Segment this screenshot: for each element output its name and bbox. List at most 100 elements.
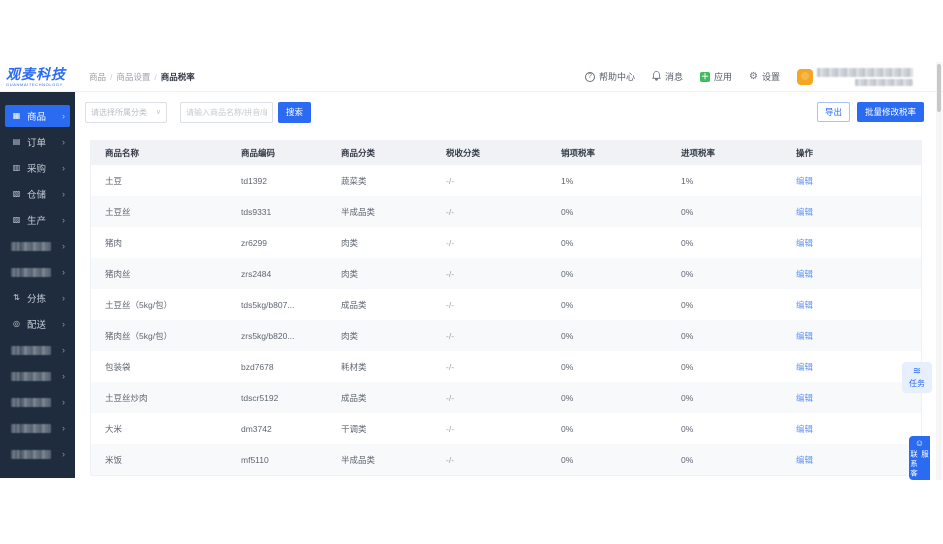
cell-action: 编辑 xyxy=(782,330,921,342)
sidebar-nav: ▦ 商品 › ▤ 订单 › ▥ 采购 › ▧ 仓储 › ▨ 生产 › › › ⇅ 分拣 › ◎ 配送 › › › › › › xyxy=(0,92,75,478)
column-header: 进项税率 xyxy=(681,147,716,158)
category-select[interactable]: 请选择所属分类 ∨ xyxy=(85,101,167,123)
redacted-label xyxy=(21,267,51,277)
breadcrumb-item[interactable]: 商品设置 xyxy=(116,71,150,83)
messages-label: 消息 xyxy=(664,72,683,82)
edit-link[interactable]: 编辑 xyxy=(796,331,813,341)
cell-tax_class: -/- xyxy=(446,330,455,341)
gear-icon: ⚙ xyxy=(749,70,758,82)
export-button[interactable]: 导出 xyxy=(816,102,850,122)
sidebar-item-redacted-5[interactable]: › xyxy=(5,391,70,413)
sidebar-item-orders[interactable]: ▤ 订单 › xyxy=(5,131,70,153)
cell-tax_class: -/- xyxy=(446,206,455,217)
sidebar-item-warehouse[interactable]: ▧ 仓储 › xyxy=(5,183,70,205)
cell-action: 编辑 xyxy=(782,361,921,373)
cell-category: 成品类 xyxy=(341,299,367,310)
edit-link[interactable]: 编辑 xyxy=(796,300,813,310)
contact-support-float-button[interactable]: ☺ 联系客服 xyxy=(909,436,930,480)
cell-category: 成品类 xyxy=(341,392,367,403)
cell-category: 肉类 xyxy=(341,237,359,248)
cell-tax_class: -/- xyxy=(446,454,455,465)
sidebar-item-redacted-2[interactable]: › xyxy=(5,261,70,283)
messages-button[interactable]: 消息 xyxy=(652,70,683,83)
sidebar-item-label: 配送 xyxy=(27,320,47,331)
chevron-right-icon: › xyxy=(62,267,65,277)
redacted-icon xyxy=(11,267,21,277)
chevron-right-icon: › xyxy=(62,345,65,355)
help-icon: ? xyxy=(584,71,595,82)
cell-action: 编辑 xyxy=(782,237,921,249)
sidebar-item-redacted-6[interactable]: › xyxy=(5,417,70,439)
vertical-scrollbar[interactable] xyxy=(936,62,942,480)
redacted-label xyxy=(21,241,51,251)
batch-edit-tax-button[interactable]: 批量修改税率 xyxy=(856,102,924,122)
sidebar-item-redacted-4[interactable]: › xyxy=(5,365,70,387)
product-tax-table: 商品名称 商品编码 商品分类 税收分类 销项税率 进项税率 操作 土豆 td1392 蔬菜类 -/… xyxy=(90,140,922,476)
search-input[interactable] xyxy=(180,101,273,123)
edit-link[interactable]: 编辑 xyxy=(796,424,813,434)
cell-action: 编辑 xyxy=(782,206,921,218)
search-button[interactable]: 搜索 xyxy=(278,101,312,123)
bell-icon xyxy=(652,70,661,83)
cell-input_rate: 0% xyxy=(681,268,694,279)
cell-input_rate: 0% xyxy=(681,361,694,372)
support-label: 联系客服 xyxy=(909,450,930,479)
edit-link[interactable]: 编辑 xyxy=(796,455,813,465)
table-row: 猪肉丝（5kg/包） zrs5kg/b820... 肉类 -/- 0% 0% 编辑 xyxy=(91,320,921,351)
apps-button[interactable]: ＋ 应用 xyxy=(700,70,732,83)
apps-label: 应用 xyxy=(714,72,733,82)
cell-code: tdscr5192 xyxy=(241,392,279,403)
redacted-icon xyxy=(11,241,21,251)
cell-code: zr6299 xyxy=(241,237,267,248)
tasks-float-button[interactable]: ≋ 任务 xyxy=(902,362,932,393)
layers-icon: ≋ xyxy=(912,365,922,377)
cell-input_rate: 0% xyxy=(681,454,694,465)
cell-output_rate: 0% xyxy=(561,361,574,372)
cell-output_rate: 0% xyxy=(561,454,574,465)
scrollbar-thumb[interactable] xyxy=(937,64,941,112)
edit-link[interactable]: 编辑 xyxy=(796,393,813,403)
sidebar-item-delivery[interactable]: ◎ 配送 › xyxy=(5,313,70,335)
edit-link[interactable]: 编辑 xyxy=(796,207,813,217)
redacted-label xyxy=(21,345,51,355)
help-center-button[interactable]: ? 帮助中心 xyxy=(584,70,635,83)
cell-name: 大米 xyxy=(105,423,123,434)
sidebar-item-redacted-7[interactable]: › xyxy=(5,443,70,465)
table-row: 米饭 mf5110 半成品类 -/- 0% 0% 编辑 xyxy=(91,444,921,475)
breadcrumb-item[interactable]: 商品 xyxy=(89,71,106,83)
sidebar-item-production[interactable]: ▨ 生产 › xyxy=(5,209,70,231)
cell-name: 土豆丝 xyxy=(105,206,131,217)
sidebar-item-redacted-1[interactable]: › xyxy=(5,235,70,257)
settings-button[interactable]: ⚙ 设置 xyxy=(749,70,780,83)
cell-name: 包装袋 xyxy=(105,361,131,372)
cell-category: 半成品类 xyxy=(341,454,376,465)
table-row: 大米 dm3742 干调类 -/- 0% 0% 编辑 xyxy=(91,413,921,444)
brand-logo[interactable]: 观麦科技 GUANMAITECHNOLOGY xyxy=(0,67,75,87)
chevron-right-icon: › xyxy=(62,397,65,407)
sidebar-item-redacted-3[interactable]: › xyxy=(5,339,70,361)
edit-link[interactable]: 编辑 xyxy=(796,176,813,186)
redacted-icon xyxy=(11,371,21,381)
edit-link[interactable]: 编辑 xyxy=(796,238,813,248)
sidebar-item-purchase[interactable]: ▥ 采购 › xyxy=(5,157,70,179)
redacted-label xyxy=(21,423,51,433)
sidebar-item-goods[interactable]: ▦ 商品 › xyxy=(5,105,70,127)
breadcrumb-separator: / xyxy=(110,71,113,82)
sidebar-item-sorting[interactable]: ⇅ 分拣 › xyxy=(5,287,70,309)
cell-code: td1392 xyxy=(241,175,267,186)
avatar xyxy=(797,68,813,85)
edit-link[interactable]: 编辑 xyxy=(796,362,813,372)
sidebar-item-label: 订单 xyxy=(27,138,47,149)
cell-action: 编辑 xyxy=(782,423,921,435)
cell-category: 肉类 xyxy=(341,268,359,279)
cell-input_rate: 0% xyxy=(681,299,694,310)
redacted-label xyxy=(21,371,51,381)
edit-link[interactable]: 编辑 xyxy=(796,269,813,279)
column-header: 销项税率 xyxy=(561,147,596,158)
brand-subtitle: GUANMAITECHNOLOGY xyxy=(6,81,63,87)
user-account[interactable] xyxy=(797,67,913,86)
cell-tax_class: -/- xyxy=(446,175,455,186)
cell-tax_class: -/- xyxy=(446,268,455,279)
table-row: 猪肉丝 zrs2484 肉类 -/- 0% 0% 编辑 xyxy=(91,258,921,289)
cell-input_rate: 0% xyxy=(681,206,694,217)
